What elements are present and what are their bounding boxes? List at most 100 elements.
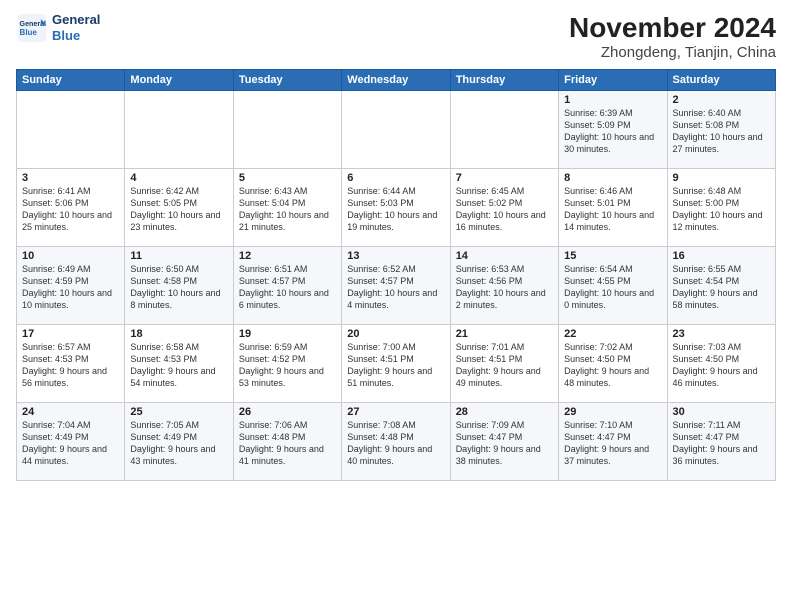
day-number: 9 xyxy=(673,172,770,184)
day-info: Sunrise: 7:09 AM Sunset: 4:47 PM Dayligh… xyxy=(456,419,553,468)
day-info: Sunrise: 6:49 AM Sunset: 4:59 PM Dayligh… xyxy=(22,263,119,312)
cell-w1-d0 xyxy=(17,91,125,169)
cell-w5-d0: 24Sunrise: 7:04 AM Sunset: 4:49 PM Dayli… xyxy=(17,403,125,481)
header-thursday: Thursday xyxy=(450,70,558,91)
day-number: 6 xyxy=(347,172,444,184)
day-info: Sunrise: 6:58 AM Sunset: 4:53 PM Dayligh… xyxy=(130,341,227,390)
cell-w4-d6: 23Sunrise: 7:03 AM Sunset: 4:50 PM Dayli… xyxy=(667,325,775,403)
cell-w3-d5: 15Sunrise: 6:54 AM Sunset: 4:55 PM Dayli… xyxy=(559,247,667,325)
day-info: Sunrise: 7:05 AM Sunset: 4:49 PM Dayligh… xyxy=(130,419,227,468)
day-info: Sunrise: 7:10 AM Sunset: 4:47 PM Dayligh… xyxy=(564,419,661,468)
weekday-header-row: Sunday Monday Tuesday Wednesday Thursday… xyxy=(17,70,776,91)
day-info: Sunrise: 6:39 AM Sunset: 5:09 PM Dayligh… xyxy=(564,107,661,156)
day-number: 29 xyxy=(564,406,661,418)
cell-w3-d2: 12Sunrise: 6:51 AM Sunset: 4:57 PM Dayli… xyxy=(233,247,341,325)
logo: General Blue General Blue xyxy=(16,12,100,44)
day-info: Sunrise: 6:55 AM Sunset: 4:54 PM Dayligh… xyxy=(673,263,770,312)
day-info: Sunrise: 6:44 AM Sunset: 5:03 PM Dayligh… xyxy=(347,185,444,234)
cell-w5-d6: 30Sunrise: 7:11 AM Sunset: 4:47 PM Dayli… xyxy=(667,403,775,481)
cell-w4-d4: 21Sunrise: 7:01 AM Sunset: 4:51 PM Dayli… xyxy=(450,325,558,403)
day-number: 22 xyxy=(564,328,661,340)
day-number: 19 xyxy=(239,328,336,340)
day-info: Sunrise: 6:42 AM Sunset: 5:05 PM Dayligh… xyxy=(130,185,227,234)
page: General Blue General Blue November 2024 … xyxy=(0,0,792,489)
day-info: Sunrise: 6:45 AM Sunset: 5:02 PM Dayligh… xyxy=(456,185,553,234)
day-info: Sunrise: 6:40 AM Sunset: 5:08 PM Dayligh… xyxy=(673,107,770,156)
cell-w1-d5: 1Sunrise: 6:39 AM Sunset: 5:09 PM Daylig… xyxy=(559,91,667,169)
cell-w3-d4: 14Sunrise: 6:53 AM Sunset: 4:56 PM Dayli… xyxy=(450,247,558,325)
day-number: 28 xyxy=(456,406,553,418)
day-info: Sunrise: 7:03 AM Sunset: 4:50 PM Dayligh… xyxy=(673,341,770,390)
svg-text:Blue: Blue xyxy=(20,28,38,37)
cell-w2-d6: 9Sunrise: 6:48 AM Sunset: 5:00 PM Daylig… xyxy=(667,169,775,247)
day-number: 16 xyxy=(673,250,770,262)
cell-w2-d2: 5Sunrise: 6:43 AM Sunset: 5:04 PM Daylig… xyxy=(233,169,341,247)
header-sunday: Sunday xyxy=(17,70,125,91)
cell-w1-d6: 2Sunrise: 6:40 AM Sunset: 5:08 PM Daylig… xyxy=(667,91,775,169)
day-number: 21 xyxy=(456,328,553,340)
month-title: November 2024 xyxy=(569,12,776,44)
day-number: 30 xyxy=(673,406,770,418)
cell-w3-d3: 13Sunrise: 6:52 AM Sunset: 4:57 PM Dayli… xyxy=(342,247,450,325)
week-row-2: 3Sunrise: 6:41 AM Sunset: 5:06 PM Daylig… xyxy=(17,169,776,247)
cell-w3-d1: 11Sunrise: 6:50 AM Sunset: 4:58 PM Dayli… xyxy=(125,247,233,325)
day-number: 11 xyxy=(130,250,227,262)
day-info: Sunrise: 7:11 AM Sunset: 4:47 PM Dayligh… xyxy=(673,419,770,468)
header-tuesday: Tuesday xyxy=(233,70,341,91)
day-info: Sunrise: 6:52 AM Sunset: 4:57 PM Dayligh… xyxy=(347,263,444,312)
day-number: 4 xyxy=(130,172,227,184)
day-number: 3 xyxy=(22,172,119,184)
day-number: 26 xyxy=(239,406,336,418)
cell-w1-d4 xyxy=(450,91,558,169)
day-info: Sunrise: 6:50 AM Sunset: 4:58 PM Dayligh… xyxy=(130,263,227,312)
day-number: 12 xyxy=(239,250,336,262)
day-info: Sunrise: 6:54 AM Sunset: 4:55 PM Dayligh… xyxy=(564,263,661,312)
cell-w2-d5: 8Sunrise: 6:46 AM Sunset: 5:01 PM Daylig… xyxy=(559,169,667,247)
day-number: 17 xyxy=(22,328,119,340)
cell-w1-d2 xyxy=(233,91,341,169)
day-info: Sunrise: 6:46 AM Sunset: 5:01 PM Dayligh… xyxy=(564,185,661,234)
day-number: 5 xyxy=(239,172,336,184)
day-number: 10 xyxy=(22,250,119,262)
day-info: Sunrise: 6:53 AM Sunset: 4:56 PM Dayligh… xyxy=(456,263,553,312)
header-wednesday: Wednesday xyxy=(342,70,450,91)
logo-icon: General Blue xyxy=(16,12,48,44)
title-block: November 2024 Zhongdeng, Tianjin, China xyxy=(569,12,776,61)
cell-w1-d3 xyxy=(342,91,450,169)
location-title: Zhongdeng, Tianjin, China xyxy=(569,44,776,61)
day-info: Sunrise: 6:41 AM Sunset: 5:06 PM Dayligh… xyxy=(22,185,119,234)
day-info: Sunrise: 7:06 AM Sunset: 4:48 PM Dayligh… xyxy=(239,419,336,468)
day-number: 25 xyxy=(130,406,227,418)
calendar-table: Sunday Monday Tuesday Wednesday Thursday… xyxy=(16,69,776,481)
day-info: Sunrise: 7:04 AM Sunset: 4:49 PM Dayligh… xyxy=(22,419,119,468)
cell-w5-d1: 25Sunrise: 7:05 AM Sunset: 4:49 PM Dayli… xyxy=(125,403,233,481)
day-info: Sunrise: 6:48 AM Sunset: 5:00 PM Dayligh… xyxy=(673,185,770,234)
week-row-1: 1Sunrise: 6:39 AM Sunset: 5:09 PM Daylig… xyxy=(17,91,776,169)
cell-w2-d0: 3Sunrise: 6:41 AM Sunset: 5:06 PM Daylig… xyxy=(17,169,125,247)
cell-w5-d4: 28Sunrise: 7:09 AM Sunset: 4:47 PM Dayli… xyxy=(450,403,558,481)
day-info: Sunrise: 7:00 AM Sunset: 4:51 PM Dayligh… xyxy=(347,341,444,390)
cell-w5-d5: 29Sunrise: 7:10 AM Sunset: 4:47 PM Dayli… xyxy=(559,403,667,481)
day-number: 7 xyxy=(456,172,553,184)
week-row-4: 17Sunrise: 6:57 AM Sunset: 4:53 PM Dayli… xyxy=(17,325,776,403)
day-info: Sunrise: 7:08 AM Sunset: 4:48 PM Dayligh… xyxy=(347,419,444,468)
day-number: 14 xyxy=(456,250,553,262)
day-info: Sunrise: 6:59 AM Sunset: 4:52 PM Dayligh… xyxy=(239,341,336,390)
cell-w3-d0: 10Sunrise: 6:49 AM Sunset: 4:59 PM Dayli… xyxy=(17,247,125,325)
day-number: 2 xyxy=(673,94,770,106)
cell-w4-d0: 17Sunrise: 6:57 AM Sunset: 4:53 PM Dayli… xyxy=(17,325,125,403)
week-row-5: 24Sunrise: 7:04 AM Sunset: 4:49 PM Dayli… xyxy=(17,403,776,481)
header-friday: Friday xyxy=(559,70,667,91)
cell-w2-d4: 7Sunrise: 6:45 AM Sunset: 5:02 PM Daylig… xyxy=(450,169,558,247)
cell-w2-d1: 4Sunrise: 6:42 AM Sunset: 5:05 PM Daylig… xyxy=(125,169,233,247)
day-info: Sunrise: 7:01 AM Sunset: 4:51 PM Dayligh… xyxy=(456,341,553,390)
cell-w4-d3: 20Sunrise: 7:00 AM Sunset: 4:51 PM Dayli… xyxy=(342,325,450,403)
header-saturday: Saturday xyxy=(667,70,775,91)
day-number: 23 xyxy=(673,328,770,340)
day-info: Sunrise: 6:51 AM Sunset: 4:57 PM Dayligh… xyxy=(239,263,336,312)
cell-w4-d1: 18Sunrise: 6:58 AM Sunset: 4:53 PM Dayli… xyxy=(125,325,233,403)
day-number: 27 xyxy=(347,406,444,418)
day-number: 8 xyxy=(564,172,661,184)
logo-text: General Blue xyxy=(52,12,100,43)
day-number: 1 xyxy=(564,94,661,106)
